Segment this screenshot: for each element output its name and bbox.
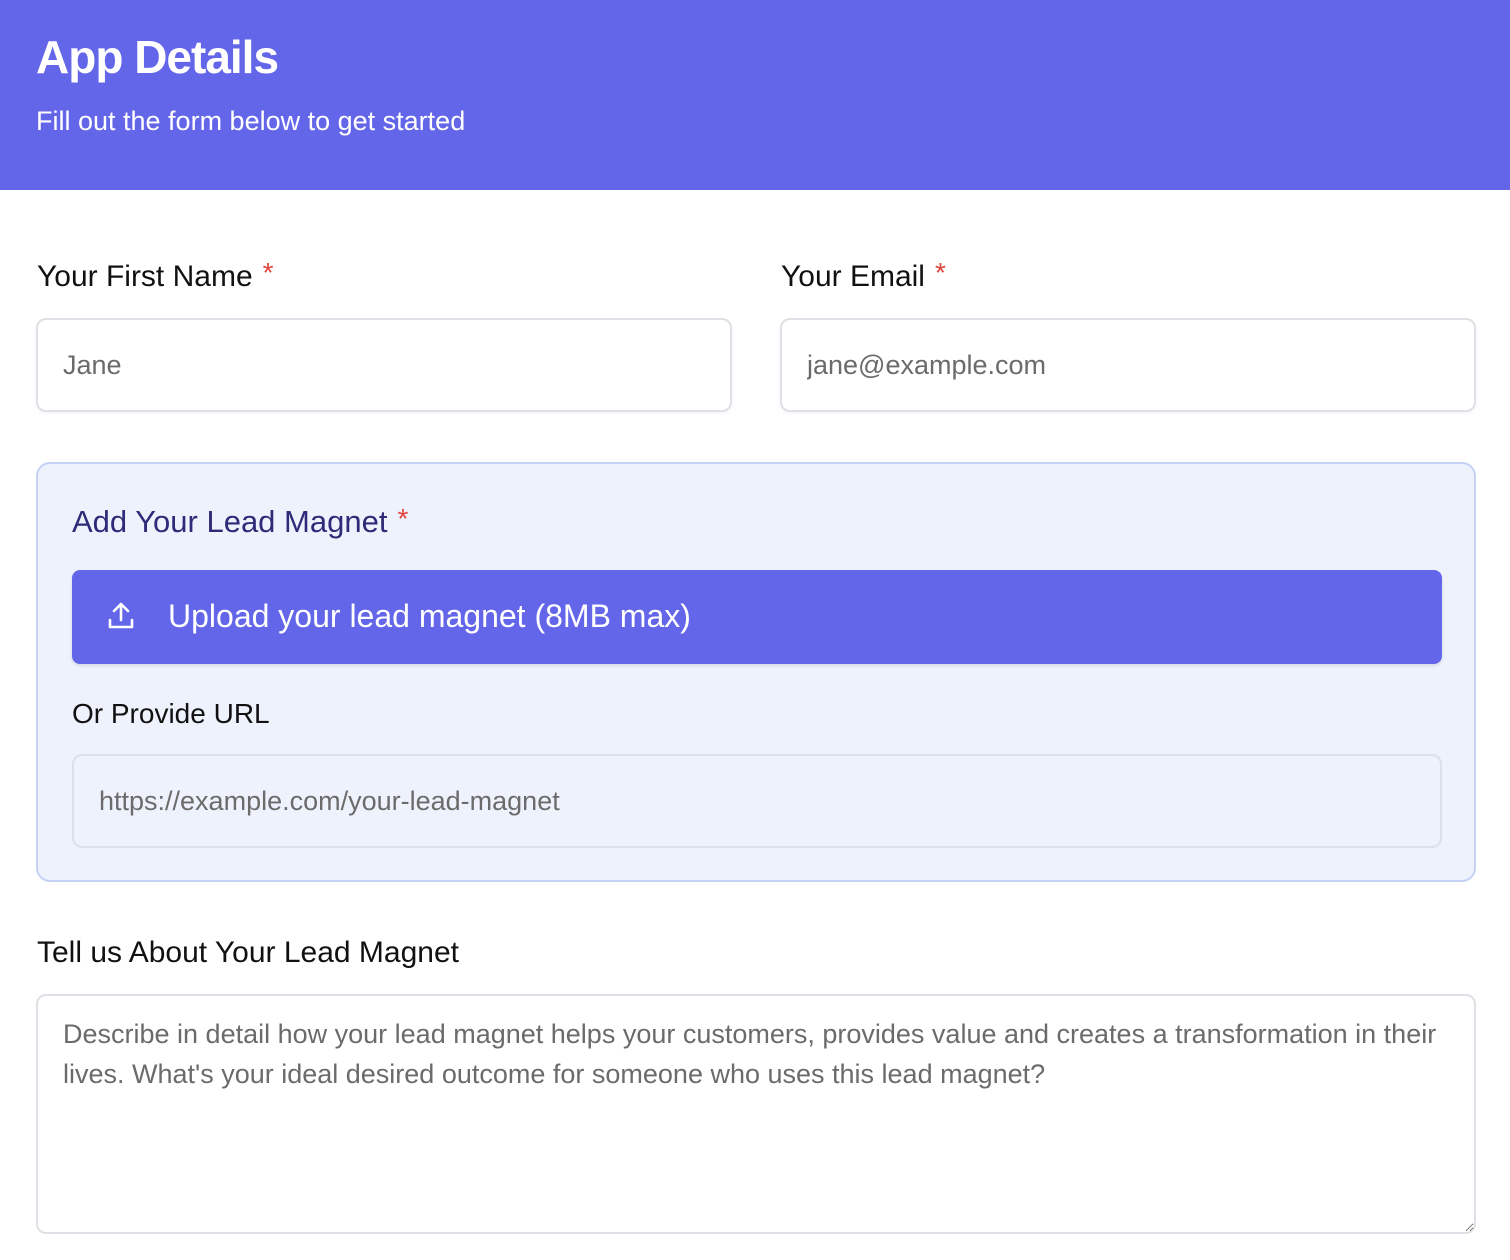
email-input[interactable] (780, 318, 1476, 412)
about-label: Tell us About Your Lead Magnet (37, 936, 459, 969)
first-name-label: Your First Name * (37, 257, 274, 294)
required-mark: * (934, 257, 946, 288)
page-subtitle: Fill out the form below to get started (36, 106, 466, 136)
first-name-label-text: Your First Name (37, 260, 253, 293)
email-label-text: Your Email (781, 260, 925, 293)
lead-magnet-title: Add Your Lead Magnet * (72, 503, 409, 540)
lead-magnet-panel: Add Your Lead Magnet * Upload your lead m… (36, 462, 1476, 882)
page-title: App Details (36, 31, 279, 83)
lead-magnet-title-text: Add Your Lead Magnet (72, 504, 388, 539)
upload-button-label: Upload your lead magnet (8MB max) (168, 598, 691, 634)
required-mark: * (262, 257, 274, 288)
lead-magnet-url-input[interactable] (72, 754, 1442, 848)
lead-magnet-description-textarea[interactable] (36, 994, 1476, 1234)
email-label: Your Email * (781, 257, 946, 294)
first-name-input[interactable] (36, 318, 732, 412)
upload-lead-magnet-button[interactable]: Upload your lead magnet (8MB max) (72, 570, 1442, 664)
required-mark: * (397, 503, 409, 534)
url-label: Or Provide URL (72, 698, 270, 729)
page-header: App Details Fill out the form below to g… (0, 0, 1510, 190)
upload-icon (108, 602, 134, 629)
